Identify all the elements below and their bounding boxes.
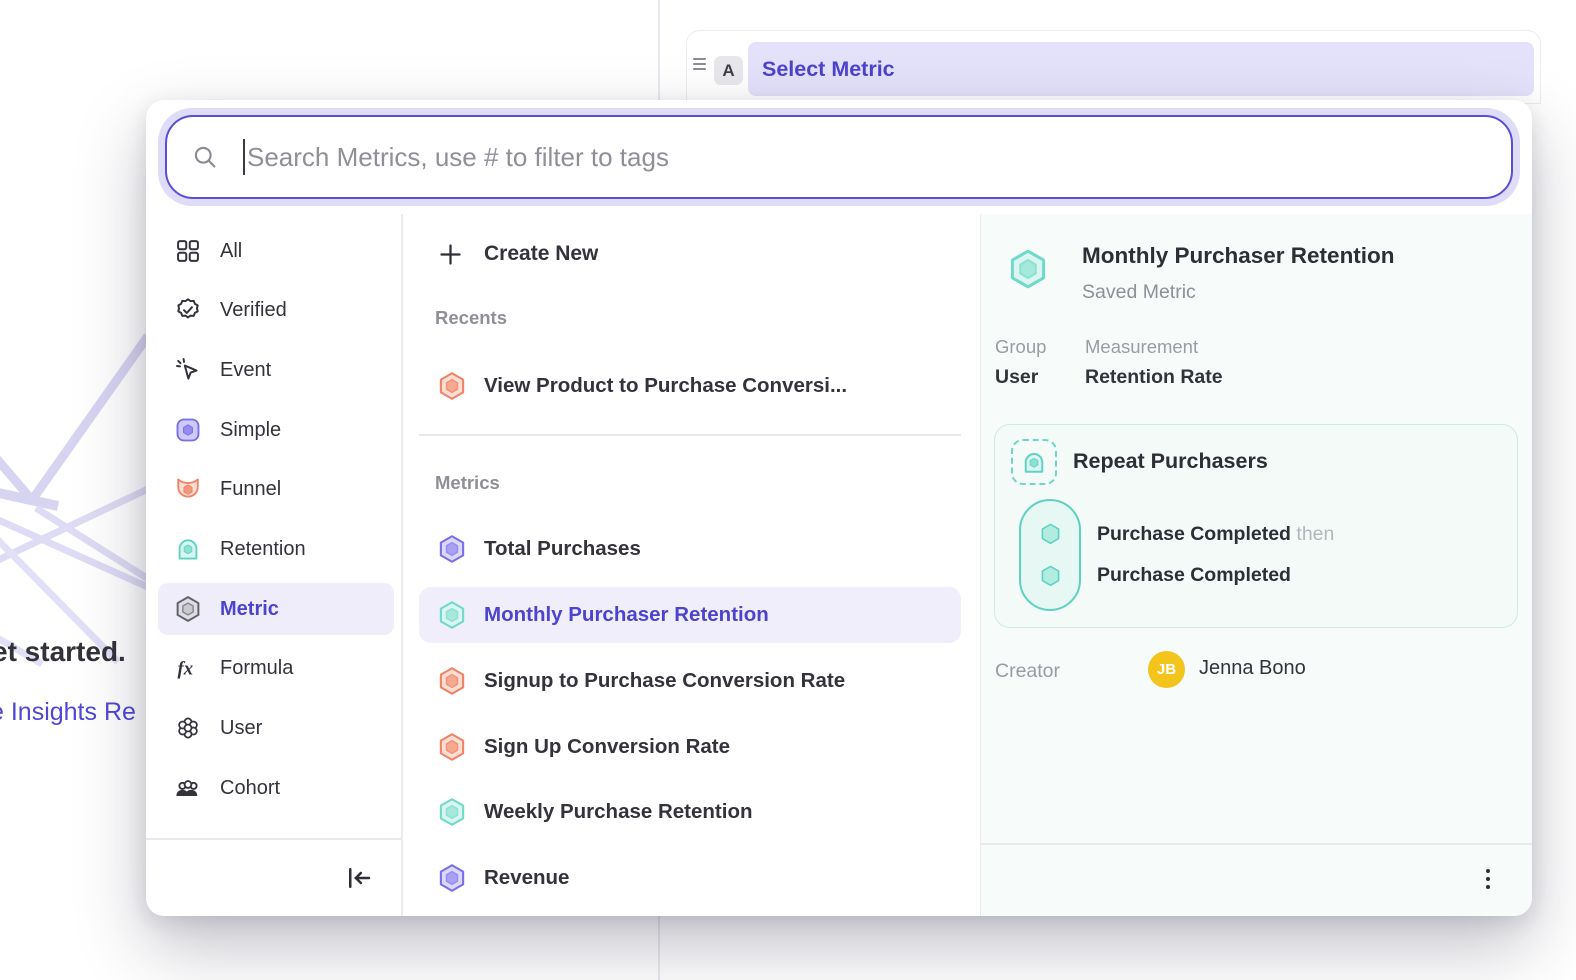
metric-list-item-selected[interactable]: Monthly Purchaser Retention	[419, 587, 961, 643]
metric-list-item[interactable]: Total Purchases	[419, 521, 961, 577]
definition-name: Repeat Purchasers	[1073, 449, 1268, 474]
recent-item[interactable]: View Product to Purchase Conversi...	[419, 358, 961, 414]
select-metric-button[interactable]: Select Metric	[748, 42, 1534, 96]
detail-footer-divider	[980, 843, 1532, 845]
metric-type-icon	[437, 863, 467, 893]
metric-type-icon	[437, 534, 467, 564]
metric-item-label: Signup to Purchase Conversion Rate	[484, 669, 845, 693]
metric-type-icon	[437, 600, 467, 630]
background-insights-link-fragment[interactable]: e Insights Re	[0, 698, 136, 727]
step-1-event: Purchase Completed	[1097, 523, 1291, 545]
metric-type-icon	[437, 732, 467, 762]
sidebar-item-metric[interactable]: Metric	[158, 583, 394, 635]
drag-handle-icon[interactable]	[693, 55, 711, 73]
step-1: Purchase Completed then	[1097, 523, 1334, 546]
sidebar-item-event[interactable]: Event	[158, 344, 394, 396]
search-focus-ring	[158, 108, 1520, 206]
metric-item-label: Sign Up Conversion Rate	[484, 735, 730, 759]
metric-picker-modal: All Verified Event Simple	[146, 100, 1532, 916]
metric-type-icon	[437, 371, 467, 401]
creator-name: Jenna Bono	[1199, 657, 1306, 680]
step-hexagon-icon	[1037, 563, 1064, 590]
step-hexagon-icon	[1037, 521, 1064, 548]
measurement-value: Retention Rate	[1085, 366, 1223, 389]
funnel-icon	[174, 475, 202, 503]
sidebar-item-verified[interactable]: Verified	[158, 284, 394, 336]
sidebar-item-label: User	[220, 717, 262, 740]
user-cluster-icon	[174, 714, 202, 742]
step-2: Purchase Completed	[1097, 564, 1291, 587]
sidebar-item-cohort[interactable]: Cohort	[158, 762, 394, 814]
group-label: Group	[995, 336, 1046, 358]
cohort-people-icon	[174, 774, 202, 802]
metric-block-card: A Select Metric	[686, 30, 1541, 104]
more-options-icon[interactable]	[1475, 864, 1501, 894]
detail-subtitle: Saved Metric	[1082, 281, 1196, 304]
sidebar-item-label: Metric	[220, 598, 279, 621]
sidebar-item-label: Event	[220, 359, 271, 382]
verified-badge-icon	[174, 296, 202, 324]
sidebar-divider	[401, 214, 403, 916]
recents-metrics-divider	[419, 434, 961, 436]
sidebar-item-label: Verified	[220, 299, 287, 322]
metric-type-icon	[437, 666, 467, 696]
metrics-header: Metrics	[435, 472, 500, 494]
sidebar-footer-divider	[146, 838, 401, 840]
recent-item-label: View Product to Purchase Conversi...	[484, 374, 847, 398]
step-2-event: Purchase Completed	[1097, 564, 1291, 586]
metric-type-icon	[437, 797, 467, 827]
metric-item-label: Total Purchases	[484, 537, 641, 561]
formula-fx-icon: fx	[174, 654, 202, 682]
sidebar-item-user[interactable]: User	[158, 702, 394, 754]
sidebar-item-label: Simple	[220, 419, 281, 442]
sidebar-item-label: Cohort	[220, 777, 280, 800]
steps-group-shape	[1019, 499, 1081, 611]
search-field[interactable]	[165, 115, 1513, 199]
metric-item-label: Weekly Purchase Retention	[484, 800, 753, 824]
step-connector: then	[1296, 523, 1334, 545]
metric-type-icon-large	[1007, 248, 1049, 290]
group-value: User	[995, 366, 1038, 389]
metric-list-item[interactable]: Revenue	[419, 850, 961, 906]
svg-text:fx: fx	[178, 658, 194, 679]
sidebar-item-all[interactable]: All	[158, 225, 394, 277]
sidebar-item-funnel[interactable]: Funnel	[158, 463, 394, 515]
block-letter-badge: A	[714, 56, 743, 85]
measurement-label: Measurement	[1085, 336, 1198, 358]
text-caret	[243, 139, 245, 175]
search-input[interactable]	[247, 142, 1511, 173]
metric-hexagon-icon	[174, 595, 202, 623]
create-new-button[interactable]: Create New	[419, 228, 961, 280]
sidebar-item-formula[interactable]: fx Formula	[158, 642, 394, 694]
creator-avatar: JB	[1148, 651, 1185, 688]
metric-item-label: Revenue	[484, 866, 569, 890]
metric-item-label: Monthly Purchaser Retention	[484, 603, 769, 627]
metric-list-item[interactable]: Signup to Purchase Conversion Rate	[419, 653, 961, 709]
background-heading-fragment: et started.	[0, 636, 126, 668]
cursor-click-icon	[174, 356, 202, 384]
simple-square-icon	[174, 416, 202, 444]
sidebar-item-retention[interactable]: Retention	[158, 523, 394, 575]
behavior-icon	[1011, 439, 1057, 485]
sidebar-item-label: Funnel	[220, 478, 281, 501]
sidebar-item-label: Formula	[220, 657, 293, 680]
create-new-label: Create New	[484, 242, 598, 266]
metric-list-item[interactable]: Sign Up Conversion Rate	[419, 719, 961, 775]
detail-title: Monthly Purchaser Retention	[1082, 243, 1395, 269]
sidebar-item-simple[interactable]: Simple	[158, 404, 394, 456]
grid-icon	[174, 237, 202, 265]
search-icon	[191, 143, 219, 171]
plus-icon	[437, 241, 464, 268]
sidebar-item-label: All	[220, 240, 242, 263]
recents-header: Recents	[435, 307, 507, 329]
creator-label: Creator	[995, 660, 1060, 683]
metric-definition-card: Repeat Purchasers Purchase Completed the…	[994, 424, 1518, 628]
background-chart-illustration	[0, 330, 150, 670]
collapse-panel-icon[interactable]	[344, 863, 374, 893]
metric-list-item[interactable]: Weekly Purchase Retention	[419, 784, 961, 840]
retention-arch-icon	[174, 535, 202, 563]
screen: et started. e Insights Re A Select Metri…	[0, 0, 1576, 980]
sidebar-item-label: Retention	[220, 538, 306, 561]
